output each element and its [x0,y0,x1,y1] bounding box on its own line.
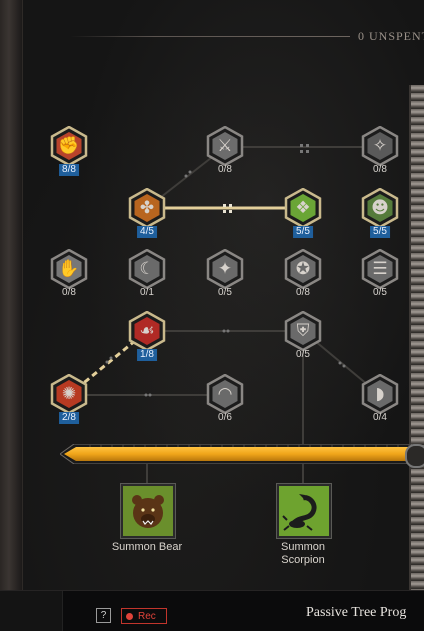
node-grey-fist-count: 0/8 [62,287,76,298]
node-jaws[interactable]: ◠ [205,374,245,414]
node-green-beast[interactable]: ☻ [360,188,400,228]
node-red-fist[interactable]: ✊ [49,126,89,166]
node-four-leaf[interactable]: ✤ [127,188,167,228]
record-label: Rec [138,610,156,622]
node-green-armor-count: 5/5 [293,226,313,238]
footer-title: Passive Tree Prog [306,605,407,620]
node-claw-slash[interactable]: ✧ [360,126,400,166]
summon-bear-icon[interactable] [120,483,176,539]
node-horn[interactable]: ◗ [360,374,400,414]
node-wolf[interactable]: ✦ [205,249,245,289]
progress-fill [64,447,408,461]
node-jaws-count: 0/6 [218,412,232,423]
record-dot-icon [126,612,133,620]
node-wolf-count: 0/5 [218,287,232,298]
node-blade-count: 0/8 [218,164,232,175]
node-horn-count: 0/4 [373,412,387,423]
passive-tree-screen: { "header": { "unspent_text": "0 UNSPENT… [0,0,424,631]
node-four-leaf-count: 4/5 [137,226,157,238]
node-claw-slash-count: 0/8 [373,164,387,175]
tree-progress-bar [60,444,412,464]
node-red-claws[interactable]: ✺ [49,374,89,414]
bar-end-cap [405,444,424,468]
node-boar-count: 0/8 [296,287,310,298]
node-claws-count: 0/5 [373,287,387,298]
node-green-armor[interactable]: ❖ [283,188,323,228]
node-grey-fist[interactable]: ✋ [49,249,89,289]
node-red-claws-count: 2/8 [59,412,79,424]
node-red-rage-count: 1/8 [137,349,157,361]
help-button[interactable]: ? [96,608,111,623]
record-button[interactable]: Rec [121,608,167,624]
node-claws[interactable]: ☰ [360,249,400,289]
node-red-fist-count: 8/8 [59,164,79,176]
node-red-rage[interactable]: ☙ [127,311,167,351]
footer-left-panel [0,591,63,631]
node-green-beast-count: 5/5 [370,226,390,238]
node-howl-count: 0/1 [140,287,154,298]
node-shield-face-count: 0/5 [296,349,310,360]
summon-scorpion-label: Summon Scorpion [280,541,326,566]
node-boar[interactable]: ✪ [283,249,323,289]
node-shield-face[interactable]: ⛨ [283,311,323,351]
node-howl[interactable]: ☾ [127,249,167,289]
summon-bear-label: Summon Bear [111,541,183,553]
node-connections [68,144,381,487]
node-blade[interactable]: ⚔ [205,126,245,166]
footer-bar: ? Rec Passive Tree Prog [0,590,424,631]
summon-scorpion-icon[interactable] [276,483,332,539]
